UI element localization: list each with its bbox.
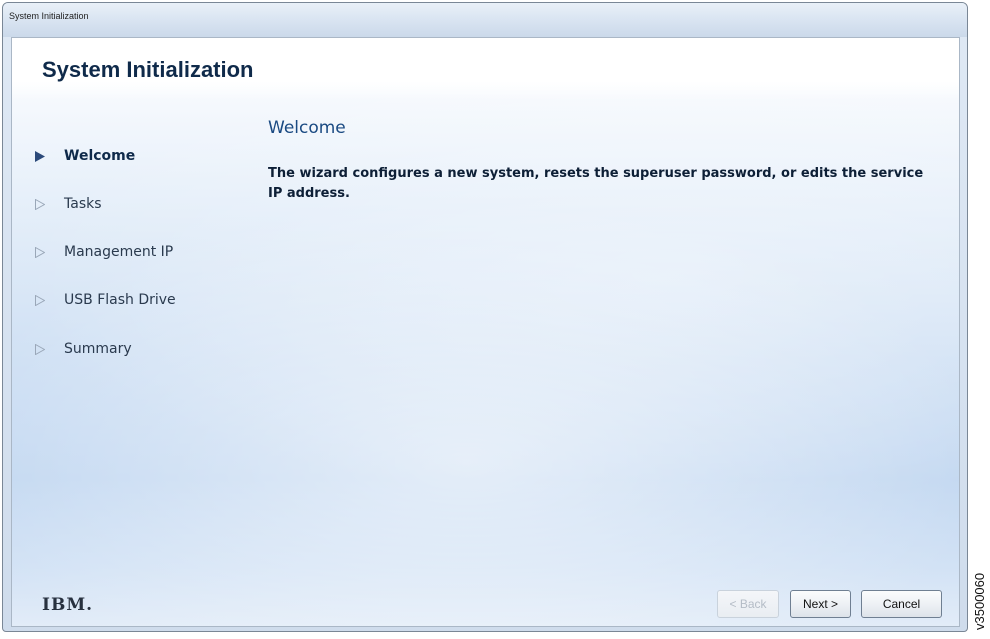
arrow-right-filled-icon — [34, 150, 46, 162]
ibm-logo: IBM. — [42, 595, 94, 615]
page-title: System Initialization — [42, 57, 254, 82]
nav-step-summary[interactable]: Summary — [34, 338, 132, 360]
nav-step-label: Welcome — [64, 148, 136, 164]
window-title: System Initialization — [9, 11, 89, 21]
nav-step-label: USB Flash Drive — [64, 292, 176, 308]
nav-step-usb-flash-drive[interactable]: USB Flash Drive — [34, 289, 176, 311]
nav-step-management-ip[interactable]: Management IP — [34, 241, 173, 263]
arrow-right-outline-icon — [34, 198, 46, 210]
title-bar: System Initialization — [3, 3, 967, 37]
figure-id-label: v3500060 — [972, 572, 987, 630]
back-button[interactable]: < Back — [717, 590, 779, 618]
arrow-right-outline-icon — [34, 294, 46, 306]
content-description: The wizard configures a new system, rese… — [268, 166, 924, 201]
wizard-panel: System Initialization Welcome Tasks Mana… — [11, 37, 960, 627]
cancel-button[interactable]: Cancel — [861, 590, 942, 618]
next-button[interactable]: Next > — [790, 590, 851, 618]
nav-step-welcome[interactable]: Welcome — [34, 145, 135, 167]
nav-step-tasks[interactable]: Tasks — [34, 193, 102, 215]
arrow-right-outline-icon — [34, 246, 46, 258]
content-title: Welcome — [268, 118, 346, 138]
nav-step-label: Tasks — [64, 196, 102, 212]
arrow-right-outline-icon — [34, 343, 46, 355]
wizard-window: System Initialization System Initializat… — [2, 2, 968, 632]
nav-step-label: Management IP — [64, 244, 174, 260]
nav-step-label: Summary — [64, 341, 132, 357]
